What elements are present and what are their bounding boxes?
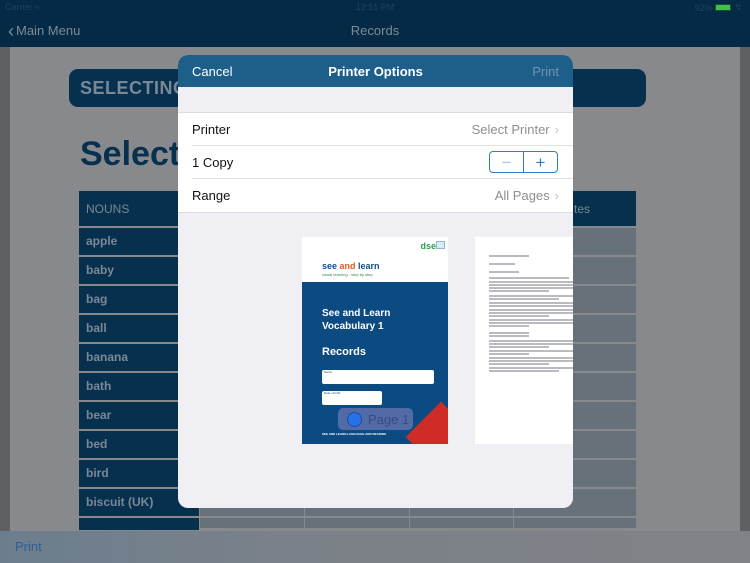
popover-header: Cancel Printer Options Print (178, 55, 573, 87)
popover-title: Printer Options (328, 64, 423, 79)
name-field: Name (322, 370, 434, 384)
nav-title: Records (350, 23, 400, 38)
printer-options-popover: Cancel Printer Options Print Printer Sel… (178, 55, 573, 508)
bottom-toolbar: Print (0, 531, 750, 563)
increment-button[interactable]: + (524, 152, 557, 172)
text-line (489, 287, 573, 289)
copies-row: 1 Copy − + (192, 146, 573, 179)
banner-text: SELECTING (80, 78, 188, 98)
text-line (489, 332, 529, 334)
table-row (79, 518, 636, 530)
text-line (489, 277, 569, 279)
text-line (489, 360, 573, 362)
text-line (489, 305, 573, 307)
range-label: Range (192, 188, 231, 203)
table-cell (410, 518, 513, 528)
preview-subtitle: Records (322, 346, 367, 358)
text-line (489, 255, 529, 257)
text-line (489, 353, 529, 355)
header-nouns: NOUNS (86, 202, 130, 216)
page-preview-2[interactable] (475, 237, 573, 444)
text-line (489, 357, 573, 359)
page-badge: Page 1 (338, 408, 413, 430)
page-dot-icon (347, 411, 362, 427)
text-line (489, 284, 573, 286)
print-button[interactable]: Print (532, 64, 559, 79)
page-preview-1[interactable]: dse see and learn visual learning - step… (302, 237, 448, 444)
text-line (489, 290, 549, 292)
document-heading: Selecti (80, 135, 190, 173)
text-line (489, 309, 573, 311)
battery-percent: 92% (694, 2, 713, 13)
copies-label: 1 Copy (192, 155, 234, 170)
text-line (489, 298, 559, 300)
status-bar: Carrier ≈ 12:51 PM 92% ↯ (0, 0, 750, 15)
text-line (489, 302, 573, 304)
table-cell (514, 518, 636, 528)
text-line (489, 312, 573, 314)
printer-label: Printer (192, 122, 231, 137)
battery-indicator: 92% ↯ (694, 2, 742, 13)
table-cell (200, 518, 304, 528)
brand-tagline: visual learning - step by step (322, 272, 373, 277)
preview-title: See and Learn Vocabulary 1 (322, 308, 391, 332)
book-icon (436, 241, 445, 249)
range-value: All Pages › (495, 188, 559, 203)
preview-header: dse see and learn visual learning - step… (302, 237, 448, 282)
text-line (489, 363, 549, 365)
range-row[interactable]: Range All Pages › (192, 179, 573, 212)
dse-logo: dse (420, 241, 436, 251)
chevron-right-icon: › (554, 122, 559, 137)
preview-footer: SEE AND LEARN LANGUAGE AND READING (322, 432, 387, 436)
text-line (489, 315, 549, 317)
toolbar-print-button[interactable]: Print (15, 539, 42, 554)
text-line (489, 263, 515, 265)
text-line (489, 322, 573, 324)
text-line (489, 319, 573, 321)
text-line (489, 343, 573, 345)
printer-row[interactable]: Printer Select Printer › (192, 113, 573, 146)
printer-options-list: Printer Select Printer › 1 Copy − + Rang… (178, 112, 573, 213)
all-pages-text: All Pages (494, 188, 550, 203)
table-cell (305, 518, 409, 528)
chevron-right-icon: › (554, 188, 559, 203)
select-printer-text: Select Printer (471, 122, 550, 137)
copies-stepper[interactable]: − + (489, 151, 558, 173)
battery-icon (715, 4, 732, 11)
decrement-button[interactable]: − (490, 152, 524, 172)
text-line (489, 350, 573, 352)
text-line (489, 367, 573, 369)
printer-value: Select Printer › (472, 122, 559, 137)
noun-cell (79, 518, 199, 530)
text-line (489, 295, 573, 297)
dob-field: Date of birth (322, 391, 382, 405)
text-line (489, 370, 559, 372)
text-line (489, 335, 529, 337)
text-line (489, 325, 529, 327)
screen: Carrier ≈ 12:51 PM 92% ↯ ‹ Main Menu Rec… (0, 0, 750, 563)
text-line (489, 346, 549, 348)
brand-logo: see and learn (322, 261, 380, 271)
text-line (489, 281, 573, 283)
text-line (489, 340, 573, 342)
bolt-icon: ↯ (734, 2, 742, 12)
page-badge-label: Page 1 (368, 411, 410, 427)
text-line (489, 271, 519, 273)
header-notes: tes (573, 202, 590, 216)
navigation-bar: ‹ Main Menu Records (0, 15, 750, 47)
status-time: 12:51 PM (355, 2, 395, 12)
